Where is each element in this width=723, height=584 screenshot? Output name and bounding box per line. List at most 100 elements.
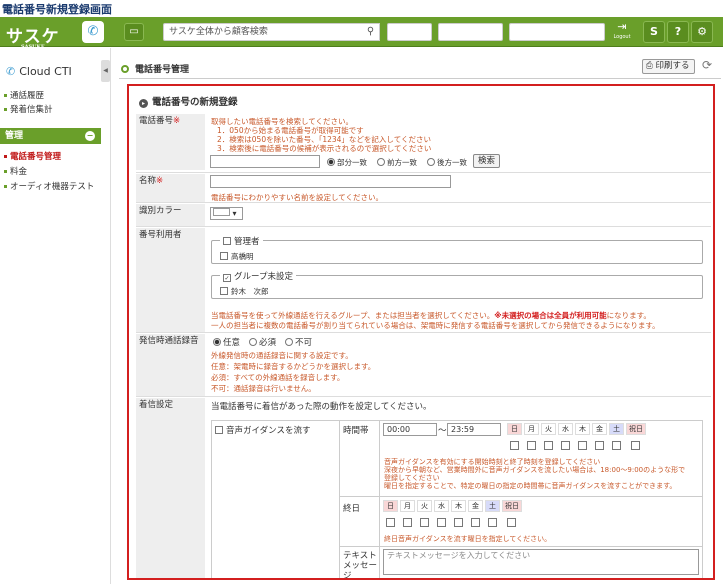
- day-sun: 日: [383, 500, 398, 512]
- day-wed: 水: [558, 423, 573, 435]
- form-title: ▸ 電話番号の新規登録: [139, 94, 238, 108]
- divider: [136, 332, 711, 333]
- guidance-checkbox[interactable]: 音声ガイダンスを流す: [215, 424, 311, 436]
- phone-label: 電話番号※: [136, 114, 205, 170]
- toolbar-field[interactable]: [438, 23, 503, 41]
- user-checkbox-suzuki[interactable]: 鈴木 次郎: [220, 286, 269, 297]
- toolbar-field[interactable]: [509, 23, 605, 41]
- color-select[interactable]: ▾: [210, 207, 243, 220]
- day-sun: 日: [507, 423, 522, 435]
- new-number-form: ▸ 電話番号の新規登録 電話番号※ 取得したい電話番号を検索してください。 1．0…: [127, 84, 715, 580]
- printer-icon: ⎙: [646, 61, 653, 71]
- day-sat: 土: [485, 500, 500, 512]
- incoming-description: 当電話番号に着信があった際の動作を設定してください。: [211, 402, 432, 412]
- search-icon[interactable]: ⚲: [362, 23, 380, 41]
- phone-icon[interactable]: ✆: [82, 21, 104, 43]
- sasuke-logo[interactable]: サスケ SASUKE: [6, 22, 60, 50]
- match-suffix[interactable]: 後方一致: [427, 157, 467, 168]
- phone-icon: ✆: [6, 65, 16, 78]
- page-title: 電話番号管理: [121, 62, 189, 75]
- time-day-checkbox[interactable]: [561, 441, 570, 450]
- phone-search-input[interactable]: [210, 155, 320, 168]
- time-day-checkbox[interactable]: [510, 441, 519, 450]
- time-day-checkbox[interactable]: [544, 441, 553, 450]
- help-icon[interactable]: ?: [667, 21, 689, 43]
- recording-optional[interactable]: 任意: [213, 336, 240, 348]
- name-input[interactable]: [210, 175, 451, 188]
- users-label: 番号利用者: [136, 228, 205, 332]
- sidebar-item-phone-numbers[interactable]: 電話番号管理: [4, 150, 61, 162]
- arrow-circle-icon: ▸: [139, 99, 148, 108]
- user-checkbox-takahashi[interactable]: 高橋明: [220, 251, 254, 262]
- incoming-label: 着信設定: [136, 398, 205, 578]
- match-prefix[interactable]: 前方一致: [377, 157, 417, 168]
- sidebar-item-call-stats[interactable]: 発着信集計: [4, 103, 53, 115]
- time-to-input[interactable]: 23:59: [447, 423, 501, 436]
- time-label: 時間帯: [343, 426, 369, 436]
- recording-required[interactable]: 必須: [249, 336, 276, 348]
- search-button[interactable]: 検索: [473, 154, 500, 168]
- time-day-checkbox[interactable]: [612, 441, 621, 450]
- allday-day-checkbox[interactable]: [454, 518, 463, 527]
- day-fri: 金: [592, 423, 607, 435]
- sidebar-section-manage[interactable]: 管理 −: [0, 128, 101, 144]
- day-mon: 月: [400, 500, 415, 512]
- text-message-input[interactable]: テキストメッセージを入力してください: [383, 549, 699, 575]
- day-tue: 火: [417, 500, 432, 512]
- time-day-checkbox[interactable]: [578, 441, 587, 450]
- allday-note: 終日音声ガイダンスを流す曜日を指定してください。: [384, 535, 552, 543]
- users-note: 一人の担当者に複数の電話番号が割り当てられている場合は、架電時に発信する電話番号…: [211, 321, 660, 330]
- day-holiday: 祝日: [626, 423, 646, 435]
- allday-day-checkbox[interactable]: [420, 518, 429, 527]
- name-label: 名称※: [136, 174, 205, 202]
- sidebar-item-fees[interactable]: 料金: [4, 165, 27, 177]
- recording-note: 必須：すべての外線通話を録音します。: [211, 373, 345, 382]
- allday-day-checkbox[interactable]: [471, 518, 480, 527]
- recording-note: 外線発信時の通話録音に関する設定です。: [211, 351, 353, 360]
- refresh-icon[interactable]: ⟳: [702, 58, 712, 72]
- day-thu: 木: [575, 423, 590, 435]
- incoming-table: 音声ガイダンスを流す 時間帯 00:00 〜 23:59 日 月 火 水 木 金…: [211, 420, 703, 580]
- phone-note: 3．検索後に電話番号の候補が表示されるので選択してください: [217, 144, 432, 153]
- divider: [119, 78, 721, 79]
- allday-day-checkbox[interactable]: [403, 518, 412, 527]
- time-from-input[interactable]: 00:00: [383, 423, 437, 436]
- allday-day-checkbox[interactable]: [437, 518, 446, 527]
- sidebar: ✆ Cloud CTI ◀ 通話履歴 発着信集計 管理 − 電話番号管理 料金 オー…: [0, 48, 111, 584]
- sidebar-item-call-history[interactable]: 通話履歴: [4, 89, 44, 101]
- screen-caption: 電話番号新規登録画面: [2, 3, 112, 16]
- logout-button[interactable]: ⇥ Logout: [612, 20, 632, 44]
- collapse-sidebar-button[interactable]: ◀: [101, 60, 110, 82]
- day-thu: 木: [451, 500, 466, 512]
- allday-day-checkbox[interactable]: [507, 518, 516, 527]
- user-group-admin: 管理者 高橋明: [211, 235, 703, 264]
- color-swatch: [213, 208, 230, 216]
- minus-icon[interactable]: −: [85, 131, 95, 141]
- day-mon: 月: [524, 423, 539, 435]
- time-day-checkbox[interactable]: [527, 441, 536, 450]
- customer-search-input[interactable]: サスケ全体から顧客検索: [163, 23, 363, 41]
- divider: [136, 396, 711, 397]
- print-button[interactable]: ⎙ 印刷する: [642, 59, 695, 74]
- color-label: 識別カラー: [136, 204, 205, 226]
- day-wed: 水: [434, 500, 449, 512]
- group-checkbox-admin[interactable]: 管理者: [220, 235, 263, 247]
- cloud-cti-title: ✆ Cloud CTI: [6, 65, 72, 78]
- gear-icon[interactable]: ⚙: [691, 21, 713, 43]
- chat-icon[interactable]: ▭: [124, 23, 144, 41]
- time-day-checkbox[interactable]: [595, 441, 604, 450]
- time-day-checkbox[interactable]: [631, 441, 640, 450]
- allday-label: 終日: [343, 504, 361, 514]
- allday-day-checkbox[interactable]: [386, 518, 395, 527]
- day-sat: 土: [609, 423, 624, 435]
- divider: [136, 226, 711, 227]
- group-checkbox-unassigned[interactable]: ✓ グループ未設定: [220, 270, 296, 282]
- match-partial[interactable]: 部分一致: [327, 157, 367, 168]
- sidebar-item-audio-test[interactable]: オーディオ機器テスト: [4, 180, 94, 192]
- text-message-label: テキストメッセージ: [343, 551, 378, 580]
- recording-disabled[interactable]: 不可: [285, 336, 312, 348]
- toolbar-field[interactable]: [387, 23, 432, 41]
- top-bar: サスケ SASUKE ✆ ▭ サスケ全体から顧客検索 ⚲ ⇥ Logout S ? …: [0, 17, 723, 50]
- sasuke-s-icon[interactable]: S: [643, 21, 665, 43]
- allday-day-checkbox[interactable]: [488, 518, 497, 527]
